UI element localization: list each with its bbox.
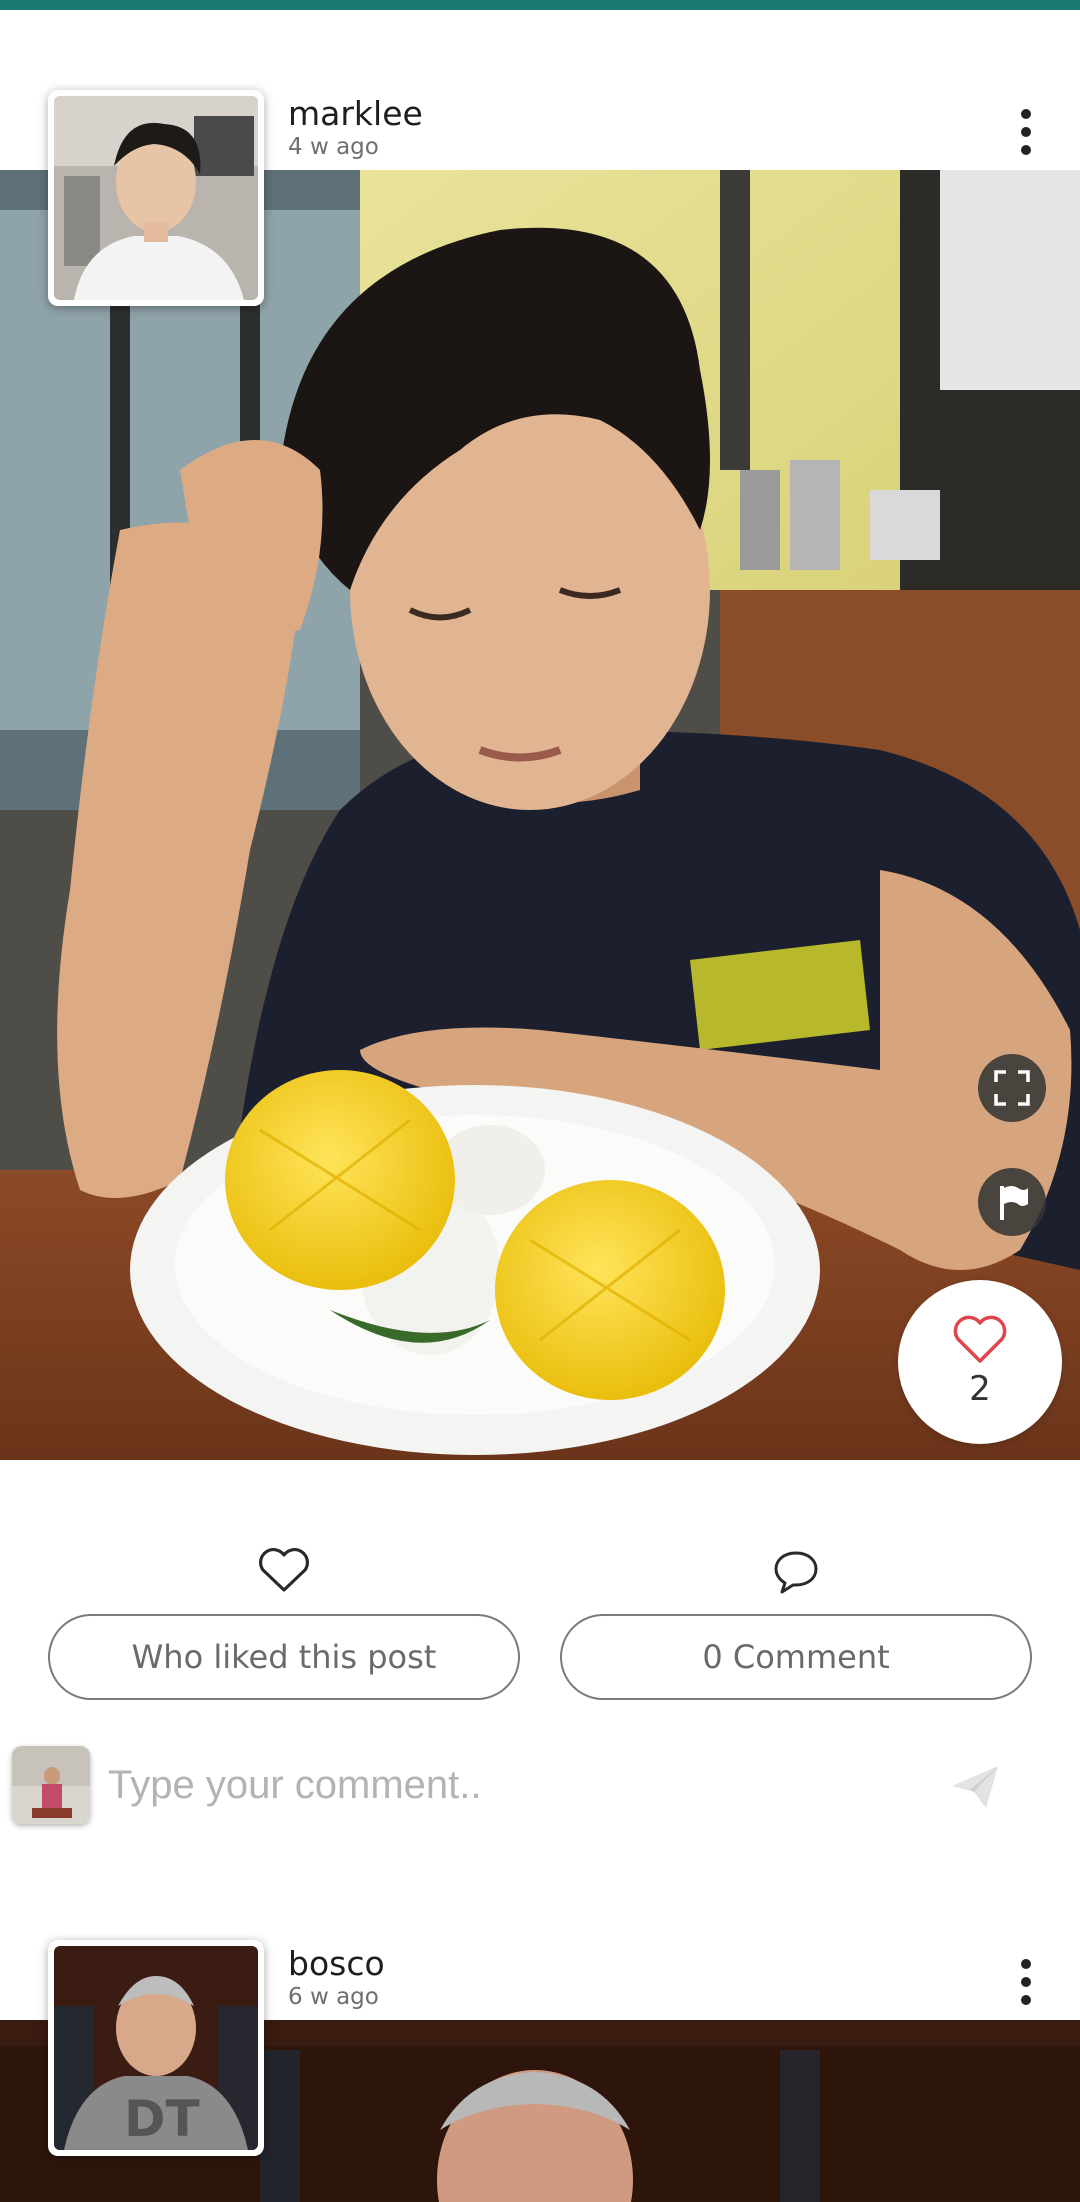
comment-input[interactable] — [106, 1750, 926, 1820]
send-icon — [952, 1766, 998, 1808]
post-card: bosco 6 w ago DT — [0, 1940, 1080, 2202]
heart-icon — [953, 1315, 1007, 1363]
post-time-ago: 4 w ago — [288, 134, 379, 160]
author-avatar[interactable] — [48, 90, 264, 306]
fullscreen-icon — [994, 1070, 1030, 1106]
post-card: marklee 4 w ago 2 Who liked this post 0 … — [0, 90, 1080, 1880]
like-action-icon[interactable] — [258, 1548, 310, 1598]
who-liked-button[interactable]: Who liked this post — [48, 1614, 520, 1700]
fullscreen-button[interactable] — [978, 1054, 1046, 1122]
more-vertical-icon — [1021, 1959, 1031, 1969]
more-vertical-icon — [1021, 109, 1031, 119]
like-button[interactable]: 2 — [898, 1280, 1062, 1444]
author-avatar[interactable]: DT — [48, 1940, 264, 2156]
post-username[interactable]: marklee — [288, 94, 423, 133]
avatar-photo: DT — [54, 1946, 258, 2150]
top-accent-bar — [0, 0, 1080, 10]
heart-icon — [259, 1548, 309, 1592]
current-user-avatar — [12, 1746, 90, 1824]
comment-composer — [0, 1742, 1080, 1832]
like-count: 2 — [969, 1369, 991, 1409]
svg-text:DT: DT — [124, 2090, 200, 2148]
comment-count-button[interactable]: 0 Comment — [560, 1614, 1032, 1700]
avatar-image — [54, 96, 258, 300]
post-photo[interactable]: 2 — [0, 170, 1080, 1460]
comments-action: 0 Comment — [560, 1548, 1032, 1708]
report-button[interactable] — [978, 1168, 1046, 1236]
send-comment-button[interactable] — [948, 1760, 1002, 1814]
speech-bubble-icon — [774, 1551, 818, 1594]
likes-action: Who liked this post — [48, 1548, 520, 1708]
post-username[interactable]: bosco — [288, 1944, 385, 1983]
post-time-ago: 6 w ago — [288, 1984, 379, 2010]
comment-action-icon[interactable] — [772, 1548, 820, 1600]
post-image — [0, 170, 1080, 1460]
avatar-photo — [54, 96, 258, 300]
post-menu-button[interactable] — [1008, 1952, 1044, 2012]
post-menu-button[interactable] — [1008, 102, 1044, 162]
avatar-photo — [12, 1746, 90, 1824]
avatar-image: DT — [54, 1946, 258, 2150]
flag-icon — [1000, 1186, 1028, 1220]
